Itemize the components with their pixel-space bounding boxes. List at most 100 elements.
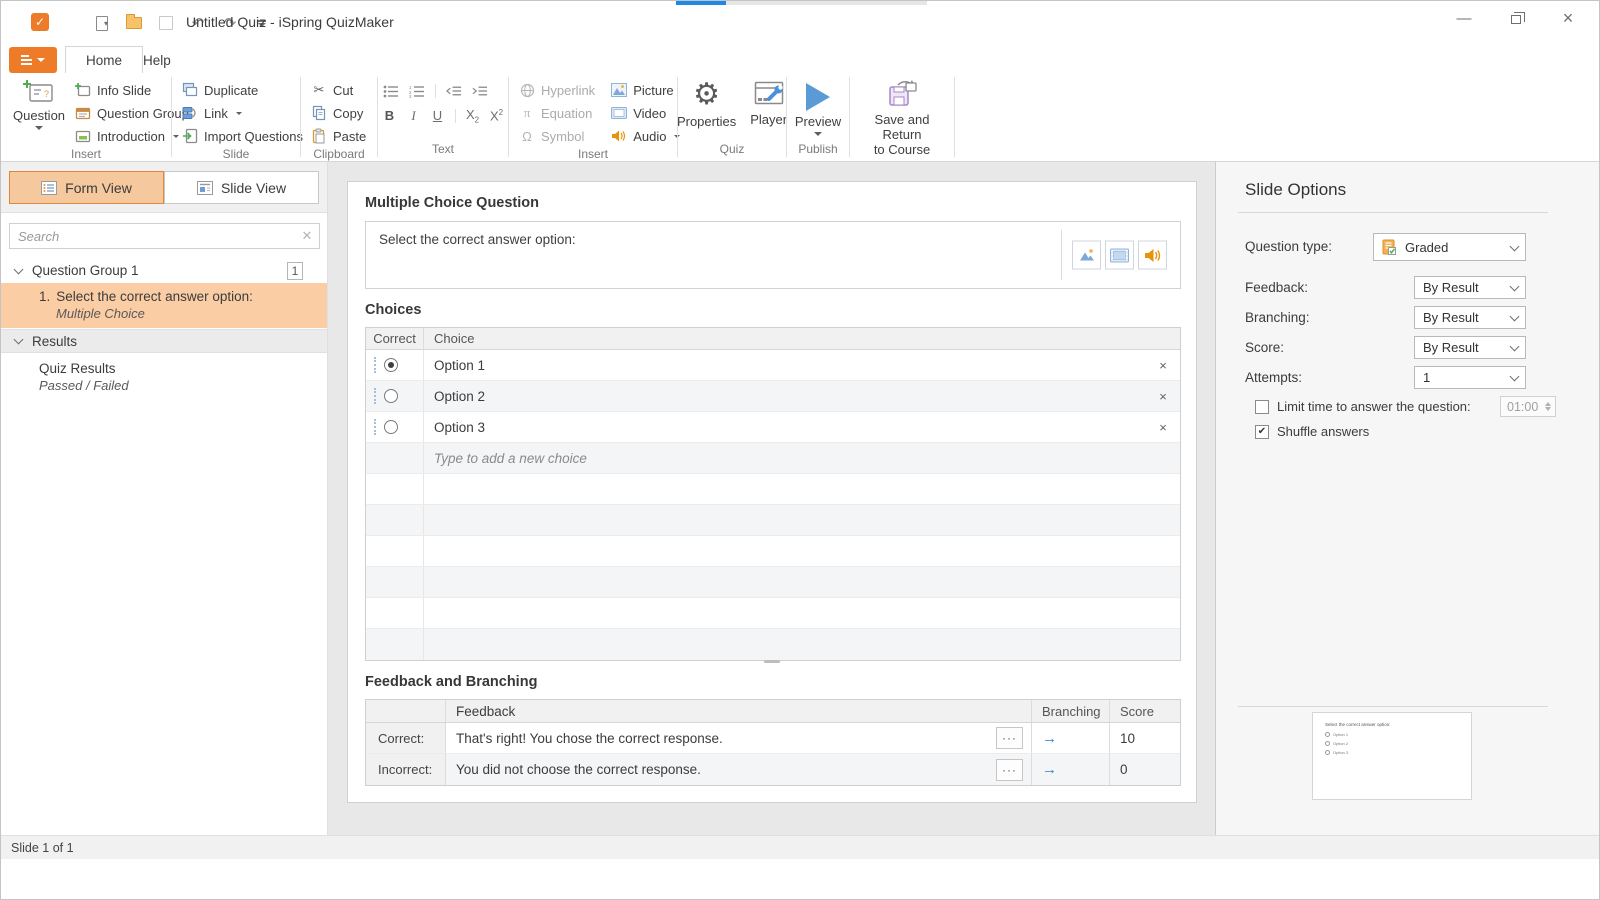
equation-label: Equation bbox=[541, 106, 592, 121]
table-resize-grip[interactable] bbox=[764, 660, 780, 663]
bullet-list-icon[interactable] bbox=[383, 83, 399, 99]
equation-button[interactable]: π Equation bbox=[515, 103, 599, 123]
ribbon-group-text: 123 B I U X2 X2 Text bbox=[378, 73, 508, 161]
preview-button[interactable]: Preview bbox=[789, 77, 847, 141]
question-text-box[interactable]: Select the correct answer option: bbox=[365, 221, 1181, 289]
drag-handle-icon[interactable] bbox=[374, 388, 376, 404]
search-input[interactable] bbox=[10, 229, 295, 244]
feedback-dropdown[interactable]: By Result bbox=[1414, 276, 1526, 299]
search-clear-icon[interactable]: ✕ bbox=[295, 228, 319, 244]
chevron-down-icon bbox=[14, 335, 24, 345]
delete-choice-3-icon[interactable]: × bbox=[1146, 420, 1180, 435]
add-choice-row[interactable]: Type to add a new choice bbox=[366, 443, 1180, 474]
limit-time-value: 01:00 bbox=[1501, 400, 1541, 414]
duplicate-icon bbox=[182, 82, 198, 98]
hyperlink-icon bbox=[519, 82, 535, 98]
copy-button[interactable]: Copy bbox=[307, 103, 370, 123]
slide-view-button[interactable]: Slide View bbox=[164, 171, 319, 204]
delete-choice-1-icon[interactable]: × bbox=[1146, 358, 1180, 373]
choice-1-label[interactable]: Option 1 bbox=[424, 358, 1146, 373]
attempts-dropdown[interactable]: 1 bbox=[1414, 366, 1526, 389]
add-choice-placeholder[interactable]: Type to add a new choice bbox=[424, 451, 1180, 466]
feedback-incorrect-more-button[interactable]: ··· bbox=[996, 759, 1023, 781]
spinner-arrows-icon[interactable] bbox=[1541, 402, 1555, 411]
feedback-correct-text[interactable]: That's right! You chose the correct resp… bbox=[456, 731, 723, 746]
properties-button[interactable]: ⚙ Properties bbox=[671, 77, 742, 141]
score-correct-value[interactable]: 10 bbox=[1110, 723, 1180, 753]
preview-caret-icon bbox=[814, 132, 822, 136]
choice-2-label[interactable]: Option 2 bbox=[424, 389, 1146, 404]
close-button[interactable]: × bbox=[1553, 5, 1583, 31]
symbol-button[interactable]: Ω Symbol bbox=[515, 126, 599, 146]
question-type-dropdown[interactable]: Graded bbox=[1373, 233, 1526, 261]
col-header-branching: Branching bbox=[1032, 700, 1110, 722]
superscript-button[interactable]: X2 bbox=[490, 108, 504, 123]
symbol-label: Symbol bbox=[541, 129, 584, 144]
save-return-label-1: Save and Return bbox=[875, 112, 930, 142]
group-label-publish: Publish bbox=[787, 141, 849, 161]
save-return-icon bbox=[884, 79, 920, 109]
ribbon-group-publish: Preview Publish bbox=[787, 73, 849, 161]
choice-row-1[interactable]: Option 1 × bbox=[366, 350, 1180, 381]
feedback-correct-label: Correct: bbox=[366, 723, 446, 753]
decrease-indent-icon[interactable] bbox=[446, 83, 462, 99]
attempts-value: 1 bbox=[1415, 370, 1503, 385]
form-view-button[interactable]: Form View bbox=[9, 171, 164, 204]
save-button[interactable] bbox=[153, 13, 179, 33]
minimize-button[interactable]: — bbox=[1449, 5, 1479, 31]
shuffle-checkbox[interactable]: ✔ bbox=[1255, 425, 1269, 439]
tree-quiz-results[interactable]: Quiz Results Passed / Failed bbox=[1, 353, 327, 400]
branching-arrow-icon[interactable]: → bbox=[1042, 761, 1057, 778]
italic-button[interactable]: I bbox=[407, 108, 421, 124]
correct-radio-1[interactable] bbox=[384, 358, 398, 372]
increase-indent-icon[interactable] bbox=[472, 83, 488, 99]
feedback-incorrect-text[interactable]: You did not choose the correct response. bbox=[456, 762, 701, 777]
drag-handle-icon[interactable] bbox=[374, 419, 376, 435]
tree-question-group-1[interactable]: Question Group 1 1 bbox=[1, 258, 327, 283]
tree-results-group[interactable]: Results bbox=[1, 329, 327, 353]
audio-icon bbox=[1144, 247, 1162, 263]
numbered-list-icon[interactable]: 123 bbox=[409, 83, 425, 99]
add-picture-button[interactable] bbox=[1072, 241, 1101, 270]
link-button[interactable]: Link bbox=[178, 103, 307, 123]
restore-button[interactable] bbox=[1501, 5, 1531, 31]
cut-button[interactable]: ✂ Cut bbox=[307, 80, 370, 100]
tab-help[interactable]: Help bbox=[123, 46, 191, 74]
feedback-correct-more-button[interactable]: ··· bbox=[996, 727, 1023, 749]
open-button[interactable] bbox=[121, 13, 147, 33]
slide-thumbnail[interactable]: Select the correct answer option: Option… bbox=[1312, 712, 1472, 800]
save-return-button[interactable]: Save and Returnto Course bbox=[856, 77, 948, 159]
add-audio-button[interactable] bbox=[1138, 241, 1167, 270]
ribbon: ? Question Info Slide Question Group bbox=[1, 73, 1600, 162]
hyperlink-button[interactable]: Hyperlink bbox=[515, 80, 599, 100]
new-file-button[interactable]: ▾ bbox=[89, 13, 115, 33]
choice-3-label[interactable]: Option 3 bbox=[424, 420, 1146, 435]
bold-button[interactable]: B bbox=[383, 108, 397, 123]
link-icon bbox=[182, 105, 198, 121]
form-view-label: Form View bbox=[65, 180, 132, 196]
subscript-button[interactable]: X2 bbox=[466, 107, 480, 125]
add-video-button[interactable] bbox=[1105, 241, 1134, 270]
paste-button[interactable]: Paste bbox=[307, 126, 370, 146]
introduction-label: Introduction bbox=[97, 129, 165, 144]
limit-time-checkbox[interactable] bbox=[1255, 400, 1269, 414]
slide-options-panel: Slide Options Question type: Graded Feed… bbox=[1215, 162, 1600, 835]
choice-row-2[interactable]: Option 2 × bbox=[366, 381, 1180, 412]
branching-arrow-icon[interactable]: → bbox=[1042, 730, 1057, 747]
duplicate-button[interactable]: Duplicate bbox=[178, 80, 307, 100]
correct-radio-2[interactable] bbox=[384, 389, 398, 403]
underline-button[interactable]: U bbox=[431, 108, 445, 123]
score-incorrect-value[interactable]: 0 bbox=[1110, 754, 1180, 785]
branching-dropdown[interactable]: By Result bbox=[1414, 306, 1526, 329]
file-menu-button[interactable] bbox=[9, 47, 57, 73]
correct-radio-3[interactable] bbox=[384, 420, 398, 434]
choice-row-3[interactable]: Option 3 × bbox=[366, 412, 1180, 443]
question-count-badge: 1 bbox=[287, 262, 303, 280]
question-button[interactable]: ? Question bbox=[7, 77, 71, 146]
import-questions-button[interactable]: Import Questions bbox=[178, 126, 307, 146]
delete-choice-2-icon[interactable]: × bbox=[1146, 389, 1180, 404]
drag-handle-icon[interactable] bbox=[374, 357, 376, 373]
tree-question-1[interactable]: 1. Select the correct answer option: Mul… bbox=[1, 283, 327, 328]
score-dropdown[interactable]: By Result bbox=[1414, 336, 1526, 359]
ribbon-group-insert: ? Question Info Slide Question Group bbox=[1, 73, 171, 161]
